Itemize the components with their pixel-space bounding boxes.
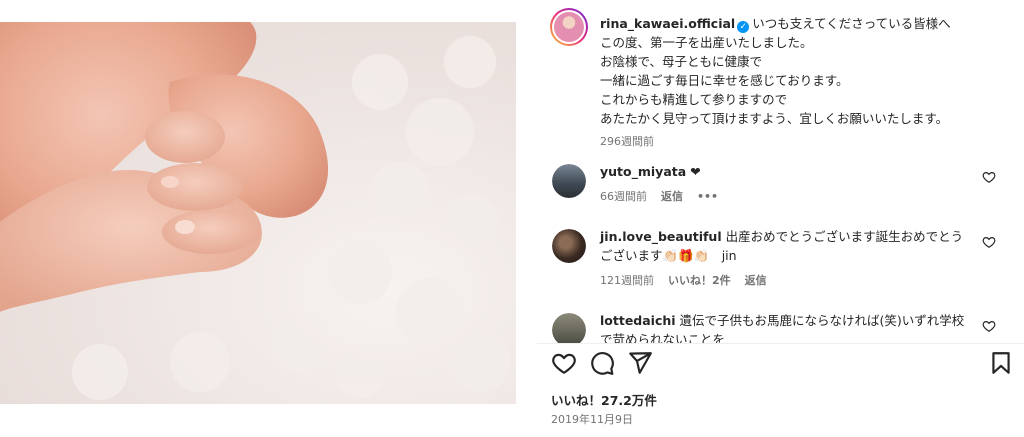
section-divider bbox=[537, 343, 1024, 344]
post-author-avatar[interactable] bbox=[550, 8, 588, 46]
post-photo[interactable] bbox=[0, 22, 516, 404]
commenter-avatar[interactable] bbox=[552, 229, 586, 263]
caption-line: お陰様で、母子ともに健康で bbox=[600, 54, 763, 69]
comment-timestamp[interactable]: 66週間前 bbox=[600, 190, 647, 203]
comment-text: で苛められないことを bbox=[600, 332, 726, 343]
caption-line: これからも精進して参りますので bbox=[600, 92, 788, 107]
comment-like-heart-icon[interactable] bbox=[982, 235, 996, 249]
post-action-bar bbox=[551, 350, 1011, 378]
baby-hand-photo bbox=[0, 22, 510, 400]
commenter-username[interactable]: jin.love_beautiful bbox=[600, 229, 722, 244]
commenter-avatar[interactable] bbox=[552, 313, 586, 343]
caption-timestamp[interactable]: 296週間前 bbox=[600, 135, 654, 148]
comment-icon[interactable] bbox=[589, 350, 615, 376]
commenter-username[interactable]: yuto_miyata bbox=[600, 164, 686, 179]
post-author-username[interactable]: rina_kawaei.official bbox=[600, 16, 735, 31]
caption-line: あたたかく見守って頂けますよう、宜しくお願いいたします。 bbox=[600, 111, 949, 126]
caption-line: いつも支えてくださっている皆様へ bbox=[752, 16, 951, 31]
post-date[interactable]: 2019年11月9日 bbox=[551, 411, 633, 427]
commenter-username[interactable]: lottedaichi bbox=[600, 313, 676, 328]
reply-button[interactable]: 返信 bbox=[745, 274, 767, 287]
likes-count[interactable]: いいね！27.2万件 bbox=[551, 390, 657, 409]
verified-icon: ✓ bbox=[737, 21, 750, 33]
comment-like-heart-icon[interactable] bbox=[982, 170, 996, 184]
caption-line: 一緒に過ごす毎日に幸せを感じております。 bbox=[600, 73, 849, 88]
more-options-icon[interactable]: ••• bbox=[697, 190, 718, 203]
commenter-avatar[interactable] bbox=[552, 164, 586, 198]
heart-icon[interactable] bbox=[551, 350, 577, 376]
bookmark-icon[interactable] bbox=[988, 350, 1014, 376]
caption-line: この度、第一子を出産いたしました。 bbox=[600, 35, 813, 50]
comment-text: ございます👏🏻🎁👏🏻 jin bbox=[600, 248, 737, 263]
comments-scroll-clip: lottedaichi 遺伝で子供もお馬鹿にならなければ(笑)いずれ学校 で苛め… bbox=[537, 305, 1024, 343]
comment-text: 出産おめでとうございます誕生おめでとう bbox=[725, 229, 964, 244]
share-icon[interactable] bbox=[627, 350, 653, 376]
comment-text: 遺伝で子供もお馬鹿にならなければ(笑)いずれ学校 bbox=[679, 313, 965, 328]
comment-like-heart-icon[interactable] bbox=[982, 319, 996, 333]
comment-text: ❤ bbox=[690, 164, 701, 179]
comment-likes-count[interactable]: いいね！2件 bbox=[668, 274, 731, 287]
comment-timestamp[interactable]: 121週間前 bbox=[600, 274, 654, 287]
reply-button[interactable]: 返信 bbox=[661, 190, 683, 203]
